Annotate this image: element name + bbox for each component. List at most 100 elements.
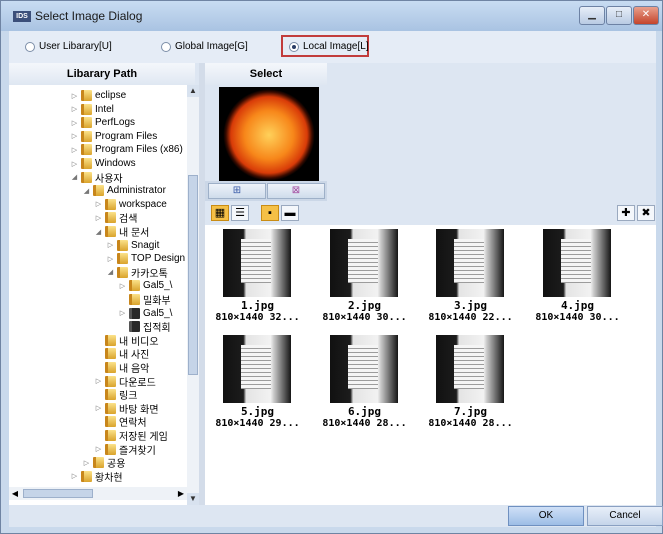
scroll-left-icon[interactable]: ◀ [9,487,21,500]
tree-node[interactable]: ▷ 황차현 [71,470,123,484]
tree-node[interactable]: 내 사진 [95,347,149,361]
thumbnail-image[interactable] [436,229,504,297]
thumbnail-item[interactable]: 6.jpg 810×1440 28... [312,331,417,436]
thumbnail-image[interactable] [330,335,398,403]
expand-toggle-icon[interactable]: ▷ [95,377,102,385]
folder-tree[interactable]: ▷ eclipse ▷ Intel ▷ PerfLogs ▷ Program Files ▷ Pr… [9,85,187,505]
thumbnail-item[interactable]: 2.jpg 810×1440 30... [312,225,417,330]
tree-node[interactable]: ◢ 카카오톡 [107,266,168,280]
expand-toggle-icon[interactable]: ▷ [71,119,78,127]
radio-label: Local Image[L] [303,41,369,52]
tree-node[interactable]: ◢ 사용자 [71,171,123,185]
expand-toggle-icon[interactable]: ◢ [107,268,114,276]
expand-toggle-icon[interactable]: ▷ [107,255,114,263]
remove-selection-button[interactable]: ⊠ [267,183,325,199]
expand-toggle-icon[interactable]: ▷ [95,445,102,453]
expand-toggle-icon[interactable]: ▷ [71,160,78,168]
tree-node[interactable]: 집적회 [119,320,171,334]
expand-toggle-icon[interactable]: ▷ [71,92,78,100]
radio-global-image[interactable]: Global Image[G] [161,41,248,52]
add-image-button[interactable]: ✚ [617,205,635,221]
minimize-button[interactable]: ▁ [579,6,605,25]
thumbnail-image[interactable] [223,335,291,403]
grid-icon: ▦ [214,207,226,219]
tree-node[interactable]: ▷ 바탕 화면 [95,402,159,416]
thumbnail-image[interactable] [543,229,611,297]
detail-view-button[interactable]: ☰ [231,205,249,221]
expand-toggle-icon[interactable]: ▷ [119,309,126,317]
tree-node[interactable]: 연락처 [95,415,147,429]
thumbnail-item[interactable]: 1.jpg 810×1440 32... [205,225,310,330]
thumbnail-item[interactable]: 4.jpg 810×1440 30... [525,225,630,330]
scroll-thumb[interactable] [188,175,198,375]
expand-toggle-icon[interactable]: ▷ [71,472,78,480]
tree-node[interactable]: ◢ 내 문서 [95,225,149,239]
folder-icon [105,375,116,387]
expand-toggle-icon[interactable]: ▷ [71,105,78,113]
expand-toggle-icon[interactable]: ▷ [95,404,102,412]
tree-node[interactable]: ▷ PerfLogs [71,116,135,129]
tree-horizontal-scrollbar[interactable]: ◀ ▶ [9,487,187,500]
thumbnail-image[interactable] [436,335,504,403]
radio-local-image[interactable]: Local Image[L] [289,41,369,52]
grid-view-button[interactable]: ▦ [211,205,229,221]
folder-icon [117,266,128,278]
add-selection-button[interactable]: ⊞ [208,183,266,199]
tree-node[interactable]: ▷ Intel [71,103,114,116]
expand-toggle-icon[interactable]: ◢ [95,228,102,236]
expand-toggle-icon[interactable]: ▷ [95,214,102,222]
expand-toggle-icon[interactable]: ▷ [71,132,78,140]
tree-node-label: Program Files (x86) [95,144,183,156]
radio-dot[interactable] [289,41,299,52]
thumbnail-image[interactable] [330,229,398,297]
tree-node[interactable]: ▷ Windows [71,157,136,170]
cancel-button[interactable]: Cancel [587,506,663,526]
tree-node[interactable]: ▷ 즐겨찾기 [95,443,156,457]
maximize-button[interactable]: □ [606,6,632,25]
ok-button[interactable]: OK [508,506,584,526]
tree-node[interactable]: 내 비디오 [95,334,159,348]
radio-dot[interactable] [25,41,35,52]
expand-toggle-icon[interactable]: ▷ [83,459,90,467]
title-bar[interactable]: IDS Select Image Dialog ▁ □ ✕ [1,1,662,31]
tree-node[interactable]: ▷ Snagit [107,239,159,252]
rectangle-icon: ▬ [284,207,296,219]
tree-node[interactable]: ▷ Gal5_\ [119,279,172,292]
tree-node[interactable]: ▷ Gal5_\ [119,307,172,320]
tree-node[interactable]: ▷ Program Files (x86) [71,143,183,156]
expand-toggle-icon[interactable]: ◢ [71,173,78,181]
scroll-right-icon[interactable]: ▶ [175,487,187,500]
expand-toggle-icon[interactable]: ▷ [95,200,102,208]
radio-dot[interactable] [161,41,171,52]
expand-toggle-icon[interactable]: ▷ [71,146,78,154]
thumbnail-item[interactable]: 7.jpg 810×1440 28... [418,331,523,436]
thumbnail-item[interactable]: 5.jpg 810×1440 29... [205,331,310,436]
tree-node[interactable]: ▷ Program Files [71,130,157,143]
expand-toggle-icon[interactable]: ▷ [119,282,126,290]
thumbnail-image[interactable] [223,229,291,297]
scroll-down-icon[interactable]: ▼ [187,493,199,505]
thumbnail-item[interactable]: 3.jpg 810×1440 22... [418,225,523,330]
expand-toggle-icon[interactable]: ◢ [83,187,90,195]
large-icons-button[interactable]: ▪ [261,205,279,221]
scroll-up-icon[interactable]: ▲ [187,85,199,97]
tree-node[interactable]: ▷ workspace [95,198,167,211]
tree-node[interactable]: ▷ 다운로드 [95,375,156,389]
delete-image-button[interactable]: ✖ [637,205,655,221]
fit-view-button[interactable]: ▬ [281,205,299,221]
radio-user-library[interactable]: User Libarary[U] [25,41,112,52]
scroll-thumb[interactable] [23,489,93,498]
tree-node[interactable]: ▷ 검색 [95,211,137,225]
tree-node[interactable]: ▷ TOP Design [107,252,185,265]
close-button[interactable]: ✕ [633,6,659,25]
tree-node[interactable]: ▷ 공용 [83,456,125,470]
tree-node[interactable]: 내 음악 [95,361,149,375]
tree-node[interactable]: ◢ Administrator [83,184,166,197]
expand-toggle-icon[interactable]: ▷ [107,241,114,249]
image-thumbnail-grid[interactable]: 1.jpg 810×1440 32... 2.jpg 810×1440 30..… [205,225,656,505]
tree-node[interactable]: 링크 [95,388,137,402]
tree-node[interactable]: 밀화부 [119,293,171,307]
tree-node[interactable]: 저장된 게임 [95,429,168,443]
tree-node[interactable]: ▷ eclipse [71,89,126,102]
tree-vertical-scrollbar[interactable]: ▲ ▼ [187,85,199,505]
